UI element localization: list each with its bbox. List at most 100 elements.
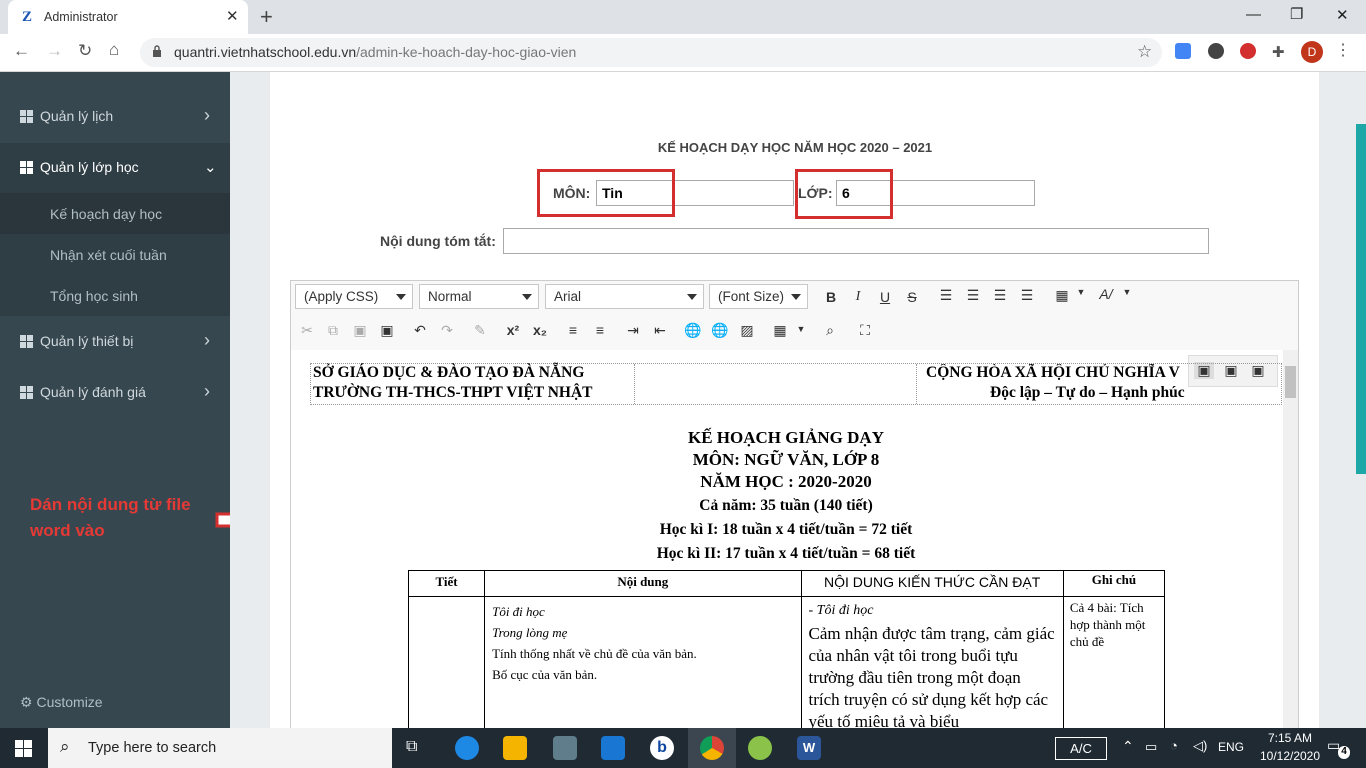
font-size-select[interactable]: (Font Size) <box>709 284 808 309</box>
grid-icon <box>20 110 34 123</box>
reload-icon[interactable]: ↻ <box>78 41 92 61</box>
forward-icon[interactable]: → <box>46 41 63 61</box>
profile-avatar[interactable]: D <box>1301 41 1323 63</box>
word-icon[interactable]: W <box>797 736 821 760</box>
style-select[interactable]: (Apply CSS) <box>295 284 413 309</box>
table-cell-note: Cả 4 bài: Tích hợp thành một chủ đề <box>1062 596 1165 728</box>
redo-icon[interactable]: ↷ <box>437 322 457 339</box>
divider <box>916 364 917 404</box>
header-right-line-1: CỘNG HÒA XÃ HỘI CHỦ NGHĨA V <box>926 364 1180 381</box>
copy-icon[interactable]: ⧉ <box>323 322 343 339</box>
adblock-extension-icon[interactable] <box>1240 43 1256 59</box>
justify-icon[interactable]: ☰ <box>1017 287 1037 304</box>
chevron-up-icon[interactable]: ⌃ <box>1122 738 1134 755</box>
outdent-icon[interactable]: ⇤ <box>650 322 670 339</box>
bold-icon[interactable]: B <box>821 289 841 305</box>
link-icon[interactable]: 🌐 <box>683 322 703 339</box>
bookmark-star-icon[interactable]: ☆ <box>1137 42 1152 62</box>
store-icon[interactable] <box>553 736 577 760</box>
extensions-puzzle-icon[interactable]: ✚ <box>1272 43 1288 61</box>
numbered-list-icon[interactable]: ≡ <box>563 322 583 338</box>
preview-icon[interactable]: ⌕ <box>820 322 840 339</box>
file-explorer-icon[interactable] <box>503 736 527 760</box>
format-select[interactable]: Normal <box>419 284 539 309</box>
font-select[interactable]: Arial <box>545 284 704 309</box>
underline-icon[interactable]: U <box>875 289 895 305</box>
close-window-icon[interactable]: ✕ <box>1336 6 1349 24</box>
input-mode-indicator[interactable]: A/C <box>1055 737 1107 760</box>
maximize-icon[interactable]: ❐ <box>1290 5 1303 23</box>
image-icon[interactable]: ▨ <box>737 322 757 339</box>
fullscreen-icon[interactable]: ⛶ <box>855 322 875 339</box>
sidebar-item-assessment[interactable]: Quản lý đánh giá › <box>0 368 230 418</box>
new-tab-icon[interactable]: + <box>260 4 273 30</box>
browser-menu-icon[interactable]: ⋮ <box>1335 40 1351 60</box>
document-subject: MÔN: NGỮ VĂN, LỚP 8 <box>692 450 880 469</box>
chevron-down-icon[interactable]: ▼ <box>1071 287 1091 297</box>
windows-start-icon[interactable] <box>15 740 32 757</box>
strikethrough-icon[interactable]: S <box>902 289 922 305</box>
background-color-icon[interactable]: ▦ <box>1052 287 1072 304</box>
italic-icon[interactable]: I <box>848 289 868 305</box>
editor-scroll-thumb[interactable] <box>1285 366 1296 398</box>
cut-icon[interactable]: ✂ <box>297 322 317 339</box>
close-tab-icon[interactable]: ✕ <box>226 7 239 25</box>
minimize-icon[interactable]: — <box>1246 6 1261 23</box>
text-color-icon[interactable]: A/ <box>1096 286 1116 302</box>
sidebar-subitem-total-students[interactable]: Tổng học sinh <box>0 275 230 316</box>
chrome-icon[interactable] <box>700 736 724 760</box>
editor-scrollbar[interactable] <box>1283 350 1298 728</box>
language-indicator[interactable]: ENG <box>1218 740 1244 754</box>
annotation-text: Dán nội dung từ file word vào <box>30 495 191 540</box>
battery-icon[interactable]: ▭ <box>1145 739 1157 755</box>
translate-extension-icon[interactable] <box>1175 43 1191 59</box>
grid-icon <box>20 161 34 174</box>
paste-text-icon[interactable]: ▣ <box>377 322 397 339</box>
knowledge-heading: - Tôi đi học <box>808 603 874 618</box>
wifi-icon[interactable]: ◔ <box>1170 738 1178 753</box>
sidebar-subitem-label: Tổng học sinh <box>50 288 138 304</box>
highlight-box <box>537 169 675 217</box>
edge-icon[interactable] <box>455 736 479 760</box>
undo-icon[interactable]: ↶ <box>410 322 430 339</box>
sidebar-item-calendar[interactable]: Quản lý lịch › <box>0 92 230 142</box>
mail-icon[interactable] <box>601 736 625 760</box>
clock-time[interactable]: 7:15 AM <box>1258 731 1322 745</box>
bing-icon[interactable]: b <box>650 736 674 760</box>
bullet-list-icon[interactable]: ≡ <box>590 322 610 338</box>
sidebar-item-classes[interactable]: Quản lý lớp học ⌄ <box>0 143 230 193</box>
summary-input[interactable] <box>503 228 1209 254</box>
sidebar-subitem-weekly-comments[interactable]: Nhận xét cuối tuần <box>0 234 230 275</box>
back-icon[interactable]: ← <box>13 41 30 61</box>
subscript-icon[interactable]: x₂ <box>530 322 550 338</box>
format-painter-icon[interactable]: ✎ <box>470 322 490 339</box>
home-icon[interactable]: ⌂ <box>109 40 119 60</box>
paste-icon[interactable]: ▣ <box>350 322 370 339</box>
align-center-icon[interactable]: ☰ <box>963 287 983 304</box>
extension-icon[interactable] <box>1208 43 1224 59</box>
align-left-icon[interactable]: ☰ <box>936 287 956 304</box>
page-scrollbar[interactable] <box>1356 124 1366 474</box>
chevron-down-icon[interactable]: ▼ <box>1117 287 1137 297</box>
paint-icon[interactable] <box>748 736 772 760</box>
table-header-cell: NỘI DUNG KIẾN THỨC CẦN ĐẠT <box>800 570 1064 597</box>
document-term-1: Học kì I: 18 tuần x 4 tiết/tuần = 72 tiế… <box>659 521 913 538</box>
taskbar-search[interactable]: ⌕ Type here to search <box>48 728 392 768</box>
sidebar-subitem-teaching-plan[interactable]: Kế hoạch dạy học <box>0 193 230 234</box>
grid-icon <box>20 335 34 348</box>
clock-date[interactable]: 10/12/2020 <box>1254 749 1326 763</box>
indent-icon[interactable]: ⇥ <box>623 322 643 339</box>
align-right-icon[interactable]: ☰ <box>990 287 1010 304</box>
task-view-icon[interactable]: ⧉ <box>406 738 417 756</box>
customize-button[interactable]: ⚙ Customize <box>20 694 103 711</box>
browser-tab[interactable]: Z Administrator ✕ <box>8 0 248 34</box>
unlink-icon[interactable]: 🌐 <box>710 322 730 339</box>
chevron-down-icon[interactable]: ▼ <box>791 324 811 334</box>
sidebar-item-equipment[interactable]: Quản lý thiết bị › <box>0 317 230 367</box>
superscript-icon[interactable]: x² <box>503 322 523 338</box>
chevron-right-icon: › <box>204 105 210 125</box>
volume-icon[interactable]: ◁) <box>1193 738 1207 754</box>
table-row: Tôi đi học Trong lòng mẹ Tính thống nhất… <box>408 596 1165 728</box>
table-icon[interactable]: ▦ <box>770 322 790 339</box>
grid-icon <box>20 386 34 399</box>
